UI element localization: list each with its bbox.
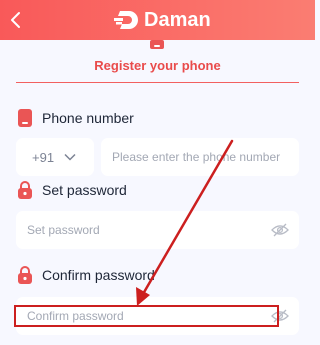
eye-off-icon[interactable] <box>271 223 289 237</box>
confirm-password-label: Confirm password <box>42 267 155 283</box>
phone-icon <box>18 109 32 127</box>
set-password-label-row: Set password <box>17 181 127 199</box>
chevron-down-icon <box>64 153 76 161</box>
set-password-input[interactable] <box>16 211 299 249</box>
phone-number-input[interactable] <box>101 138 299 176</box>
lock-icon <box>18 181 32 199</box>
brand-d-logo-icon <box>114 11 138 29</box>
country-code-select[interactable]: +91 <box>16 138 94 176</box>
phone-number-label-row: Phone number <box>17 109 134 127</box>
phone-number-label: Phone number <box>42 110 134 126</box>
register-tab-label: Register your phone <box>94 58 221 73</box>
lock-icon <box>18 266 32 284</box>
annotation-highlight-box <box>14 305 279 327</box>
set-password-label: Set password <box>42 182 127 198</box>
brand-name: Daman <box>144 9 211 31</box>
brand-logo: Daman <box>114 8 211 32</box>
tab-underline <box>16 82 299 83</box>
app-header: Daman <box>0 0 315 40</box>
chevron-left-icon[interactable] <box>8 10 24 30</box>
country-code-value: +91 <box>32 149 55 165</box>
confirm-password-label-row: Confirm password <box>17 266 155 284</box>
register-phone-tab[interactable]: Register your phone <box>0 40 315 84</box>
phone-icon <box>150 40 164 49</box>
